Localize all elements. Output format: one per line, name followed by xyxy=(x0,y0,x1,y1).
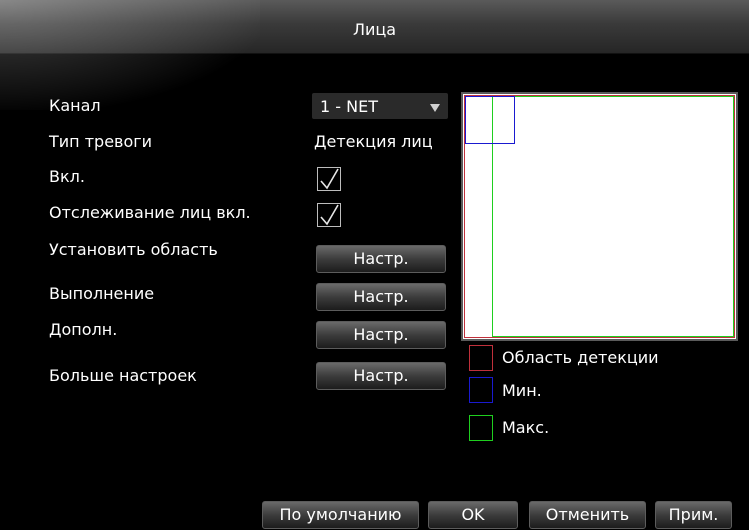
default-button[interactable]: По умолчанию xyxy=(262,501,419,529)
alarm-type-value: Детекция лиц xyxy=(314,132,433,151)
channel-label: Канал xyxy=(49,96,101,115)
min-legend: Мин. xyxy=(502,381,542,400)
tracking-label: Отслеживание лиц вкл. xyxy=(49,203,251,222)
max-size-box[interactable] xyxy=(492,96,734,337)
channel-select[interactable]: 1 - NET xyxy=(312,93,448,119)
set-area-button[interactable]: Настр. xyxy=(316,245,446,273)
min-swatch xyxy=(469,377,493,403)
more-settings-label: Больше настроек xyxy=(49,366,197,385)
apply-button[interactable]: Прим. xyxy=(655,501,732,529)
checkmark-icon xyxy=(320,204,339,226)
max-legend: Макс. xyxy=(502,418,550,437)
ok-button[interactable]: OK xyxy=(428,501,518,529)
max-swatch xyxy=(469,415,493,441)
dropdown-arrow-icon xyxy=(430,104,440,112)
channel-select-value: 1 - NET xyxy=(320,97,378,116)
enable-checkbox[interactable] xyxy=(317,167,341,191)
face-detection-dialog: Лица Канал 1 - NET Тип тревоги Детекция … xyxy=(0,0,749,530)
enable-label: Вкл. xyxy=(49,167,85,186)
tracking-checkbox[interactable] xyxy=(317,203,341,227)
set-area-label: Установить область xyxy=(49,240,218,259)
extra-label: Дополн. xyxy=(49,320,118,339)
alarm-type-label: Тип тревоги xyxy=(49,132,153,151)
perform-button[interactable]: Настр. xyxy=(316,283,446,311)
detection-area-swatch xyxy=(469,345,493,371)
min-size-box[interactable] xyxy=(465,96,515,144)
perform-label: Выполнение xyxy=(49,284,155,303)
detection-area-legend: Область детекции xyxy=(502,348,659,367)
detection-preview[interactable] xyxy=(461,92,738,341)
cancel-button[interactable]: Отменить xyxy=(529,501,646,529)
checkmark-icon xyxy=(320,168,339,190)
dialog-title: Лица xyxy=(352,20,397,39)
title-bar: Лица xyxy=(0,0,749,54)
more-settings-button[interactable]: Настр. xyxy=(316,362,446,390)
extra-button[interactable]: Настр. xyxy=(316,321,446,349)
